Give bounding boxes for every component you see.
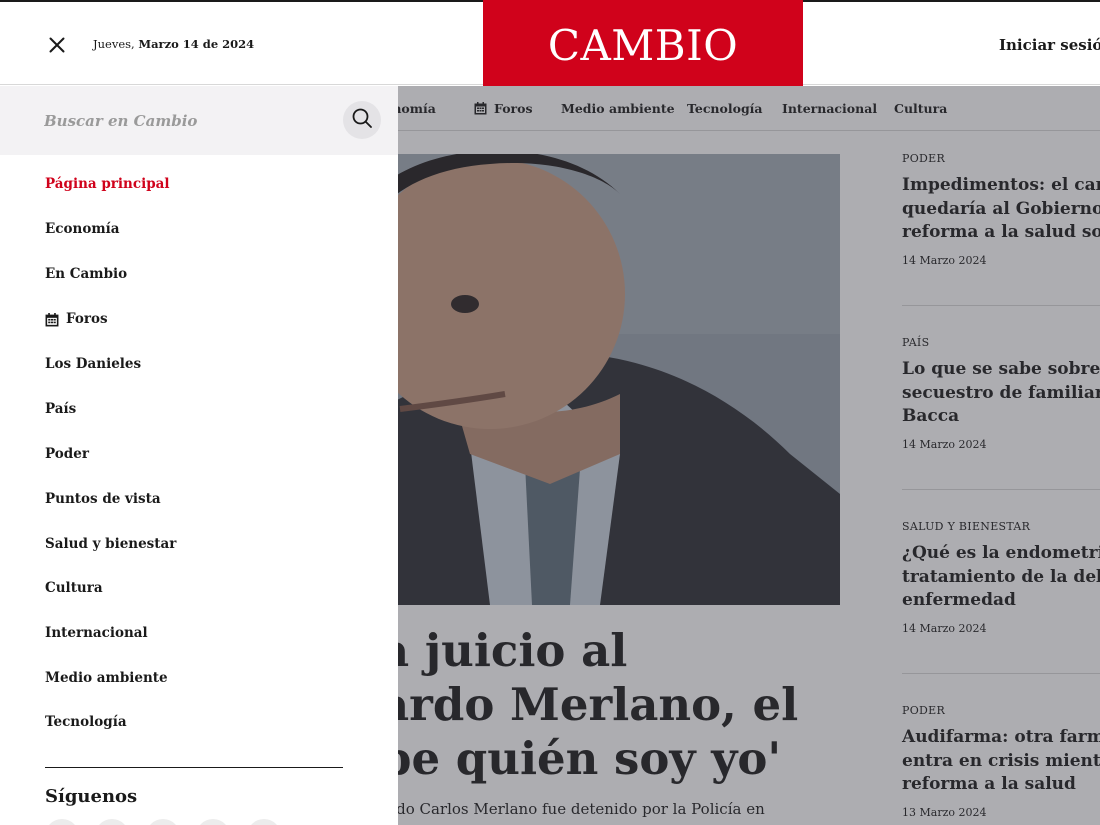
date-weekday: Jueves, bbox=[93, 37, 135, 51]
close-menu-button[interactable] bbox=[44, 32, 70, 58]
menu-item-label: Cultura bbox=[45, 580, 103, 596]
menu-item-label: Puntos de vista bbox=[45, 491, 161, 507]
menu-item-label: Página principal bbox=[45, 176, 170, 192]
menu-item-salud-y-bienestar[interactable]: Salud y bienestar bbox=[45, 536, 176, 552]
site-header: Jueves, Marzo 14 de 2024 CAMBIO Iniciar … bbox=[0, 0, 1100, 87]
header-date: Jueves, Marzo 14 de 2024 bbox=[93, 37, 254, 51]
menu-item-medio-ambiente[interactable]: Medio ambiente bbox=[45, 670, 168, 686]
menu-divider bbox=[45, 767, 343, 768]
menu-item-label: Poder bbox=[45, 446, 89, 462]
side-menu-drawer: Página principal Economía En Cambio Foro… bbox=[0, 86, 398, 825]
login-link[interactable]: Iniciar sesió bbox=[999, 36, 1100, 54]
follow-us-title: Síguenos bbox=[45, 786, 138, 807]
menu-item-label: En Cambio bbox=[45, 266, 128, 282]
menu-item-foros[interactable]: Foros bbox=[45, 311, 108, 327]
menu-item-label: Tecnología bbox=[45, 714, 127, 730]
menu-item-pais[interactable]: País bbox=[45, 401, 76, 417]
close-icon bbox=[44, 32, 70, 58]
menu-item-puntos-de-vista[interactable]: Puntos de vista bbox=[45, 491, 161, 507]
menu-item-tecnologia[interactable]: Tecnología bbox=[45, 714, 127, 730]
social-button[interactable] bbox=[247, 819, 281, 825]
menu-item-poder[interactable]: Poder bbox=[45, 446, 89, 462]
menu-item-label: Economía bbox=[45, 221, 120, 237]
date-full: Marzo 14 de 2024 bbox=[138, 37, 255, 51]
menu-item-label: Foros bbox=[66, 311, 108, 327]
menu-item-internacional[interactable]: Internacional bbox=[45, 625, 148, 641]
calendar-icon bbox=[45, 312, 59, 326]
menu-item-cultura[interactable]: Cultura bbox=[45, 580, 103, 596]
site-logo[interactable]: CAMBIO bbox=[483, 0, 803, 87]
menu-item-label: Medio ambiente bbox=[45, 670, 168, 686]
search-bar bbox=[0, 86, 398, 155]
social-button[interactable] bbox=[95, 819, 129, 825]
social-button[interactable] bbox=[146, 819, 180, 825]
menu-item-los-danieles[interactable]: Los Danieles bbox=[45, 356, 141, 372]
menu-item-pagina-principal[interactable]: Página principal bbox=[45, 176, 170, 192]
search-input[interactable] bbox=[44, 106, 334, 136]
menu-item-label: Internacional bbox=[45, 625, 148, 641]
menu-item-en-cambio[interactable]: En Cambio bbox=[45, 266, 127, 282]
menu-item-label: País bbox=[45, 401, 77, 417]
social-button[interactable] bbox=[196, 819, 230, 825]
search-button[interactable] bbox=[343, 101, 381, 139]
logo-text: CAMBIO bbox=[547, 21, 739, 70]
search-icon bbox=[351, 107, 373, 133]
menu-item-label: Los Danieles bbox=[45, 356, 142, 372]
menu-item-economia[interactable]: Economía bbox=[45, 221, 120, 237]
menu-item-label: Salud y bienestar bbox=[45, 536, 177, 552]
social-button[interactable] bbox=[45, 819, 79, 825]
